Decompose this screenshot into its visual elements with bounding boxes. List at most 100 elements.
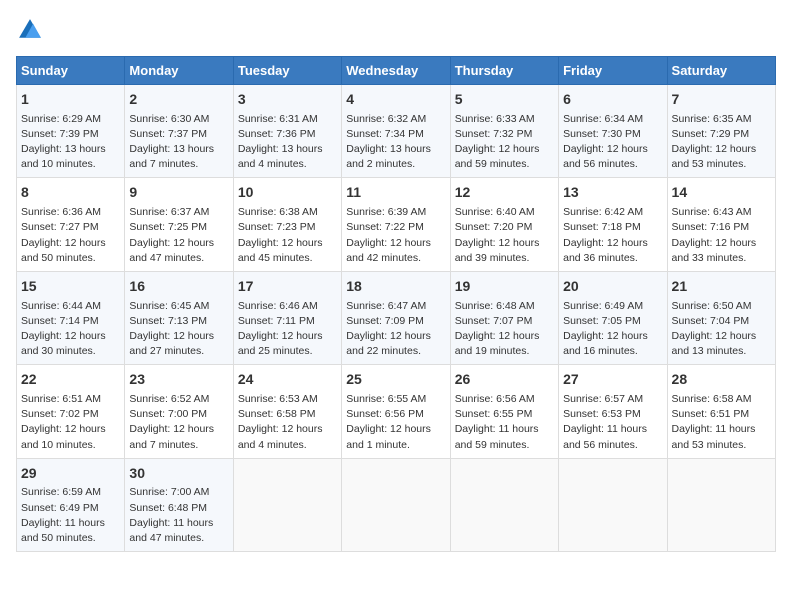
day-number: 12 bbox=[455, 183, 554, 203]
day-number: 1 bbox=[21, 90, 120, 110]
header-row: SundayMondayTuesdayWednesdayThursdayFrid… bbox=[17, 57, 776, 85]
calendar-body: 1 Sunrise: 6:29 AM Sunset: 7:39 PM Dayli… bbox=[17, 85, 776, 552]
calendar-cell: 7 Sunrise: 6:35 AM Sunset: 7:29 PM Dayli… bbox=[667, 85, 775, 178]
calendar-cell: 8 Sunrise: 6:36 AM Sunset: 7:27 PM Dayli… bbox=[17, 178, 125, 271]
day-number: 8 bbox=[21, 183, 120, 203]
day-number: 29 bbox=[21, 464, 120, 484]
calendar-cell: 29 Sunrise: 6:59 AM Sunset: 6:49 PM Dayl… bbox=[17, 458, 125, 551]
day-content: Sunrise: 6:42 AM Sunset: 7:18 PM Dayligh… bbox=[563, 205, 662, 266]
calendar-cell bbox=[559, 458, 667, 551]
calendar-week-row: 29 Sunrise: 6:59 AM Sunset: 6:49 PM Dayl… bbox=[17, 458, 776, 551]
day-content: Sunrise: 6:51 AM Sunset: 7:02 PM Dayligh… bbox=[21, 392, 120, 453]
calendar-cell: 23 Sunrise: 6:52 AM Sunset: 7:00 PM Dayl… bbox=[125, 365, 233, 458]
day-number: 28 bbox=[672, 370, 771, 390]
calendar-cell: 9 Sunrise: 6:37 AM Sunset: 7:25 PM Dayli… bbox=[125, 178, 233, 271]
day-number: 27 bbox=[563, 370, 662, 390]
day-content: Sunrise: 6:57 AM Sunset: 6:53 PM Dayligh… bbox=[563, 392, 662, 453]
calendar-cell: 27 Sunrise: 6:57 AM Sunset: 6:53 PM Dayl… bbox=[559, 365, 667, 458]
day-content: Sunrise: 6:44 AM Sunset: 7:14 PM Dayligh… bbox=[21, 299, 120, 360]
calendar-week-row: 8 Sunrise: 6:36 AM Sunset: 7:27 PM Dayli… bbox=[17, 178, 776, 271]
calendar-cell bbox=[342, 458, 450, 551]
day-content: Sunrise: 6:56 AM Sunset: 6:55 PM Dayligh… bbox=[455, 392, 554, 453]
day-content: Sunrise: 6:47 AM Sunset: 7:09 PM Dayligh… bbox=[346, 299, 445, 360]
day-content: Sunrise: 6:46 AM Sunset: 7:11 PM Dayligh… bbox=[238, 299, 337, 360]
logo bbox=[16, 16, 48, 44]
header-cell-tuesday: Tuesday bbox=[233, 57, 341, 85]
day-content: Sunrise: 6:31 AM Sunset: 7:36 PM Dayligh… bbox=[238, 112, 337, 173]
day-content: Sunrise: 6:29 AM Sunset: 7:39 PM Dayligh… bbox=[21, 112, 120, 173]
calendar-cell: 17 Sunrise: 6:46 AM Sunset: 7:11 PM Dayl… bbox=[233, 271, 341, 364]
day-number: 7 bbox=[672, 90, 771, 110]
day-content: Sunrise: 6:30 AM Sunset: 7:37 PM Dayligh… bbox=[129, 112, 228, 173]
calendar-cell: 20 Sunrise: 6:49 AM Sunset: 7:05 PM Dayl… bbox=[559, 271, 667, 364]
day-content: Sunrise: 6:48 AM Sunset: 7:07 PM Dayligh… bbox=[455, 299, 554, 360]
day-content: Sunrise: 6:52 AM Sunset: 7:00 PM Dayligh… bbox=[129, 392, 228, 453]
calendar-cell: 24 Sunrise: 6:53 AM Sunset: 6:58 PM Dayl… bbox=[233, 365, 341, 458]
day-number: 22 bbox=[21, 370, 120, 390]
day-number: 16 bbox=[129, 277, 228, 297]
day-content: Sunrise: 6:37 AM Sunset: 7:25 PM Dayligh… bbox=[129, 205, 228, 266]
header-cell-thursday: Thursday bbox=[450, 57, 558, 85]
calendar-cell: 19 Sunrise: 6:48 AM Sunset: 7:07 PM Dayl… bbox=[450, 271, 558, 364]
calendar-week-row: 15 Sunrise: 6:44 AM Sunset: 7:14 PM Dayl… bbox=[17, 271, 776, 364]
calendar-cell: 11 Sunrise: 6:39 AM Sunset: 7:22 PM Dayl… bbox=[342, 178, 450, 271]
day-content: Sunrise: 6:50 AM Sunset: 7:04 PM Dayligh… bbox=[672, 299, 771, 360]
day-number: 2 bbox=[129, 90, 228, 110]
day-content: Sunrise: 6:32 AM Sunset: 7:34 PM Dayligh… bbox=[346, 112, 445, 173]
day-number: 11 bbox=[346, 183, 445, 203]
header-cell-friday: Friday bbox=[559, 57, 667, 85]
day-content: Sunrise: 6:39 AM Sunset: 7:22 PM Dayligh… bbox=[346, 205, 445, 266]
calendar-cell: 6 Sunrise: 6:34 AM Sunset: 7:30 PM Dayli… bbox=[559, 85, 667, 178]
day-number: 30 bbox=[129, 464, 228, 484]
day-number: 10 bbox=[238, 183, 337, 203]
day-number: 15 bbox=[21, 277, 120, 297]
logo-icon bbox=[16, 16, 44, 44]
day-number: 26 bbox=[455, 370, 554, 390]
calendar-cell bbox=[233, 458, 341, 551]
day-number: 6 bbox=[563, 90, 662, 110]
day-content: Sunrise: 6:58 AM Sunset: 6:51 PM Dayligh… bbox=[672, 392, 771, 453]
day-content: Sunrise: 6:40 AM Sunset: 7:20 PM Dayligh… bbox=[455, 205, 554, 266]
day-content: Sunrise: 6:59 AM Sunset: 6:49 PM Dayligh… bbox=[21, 485, 120, 546]
calendar-cell: 15 Sunrise: 6:44 AM Sunset: 7:14 PM Dayl… bbox=[17, 271, 125, 364]
calendar-cell: 21 Sunrise: 6:50 AM Sunset: 7:04 PM Dayl… bbox=[667, 271, 775, 364]
calendar-cell: 4 Sunrise: 6:32 AM Sunset: 7:34 PM Dayli… bbox=[342, 85, 450, 178]
calendar-week-row: 22 Sunrise: 6:51 AM Sunset: 7:02 PM Dayl… bbox=[17, 365, 776, 458]
header-cell-saturday: Saturday bbox=[667, 57, 775, 85]
day-content: Sunrise: 6:49 AM Sunset: 7:05 PM Dayligh… bbox=[563, 299, 662, 360]
calendar-cell: 2 Sunrise: 6:30 AM Sunset: 7:37 PM Dayli… bbox=[125, 85, 233, 178]
calendar-cell: 16 Sunrise: 6:45 AM Sunset: 7:13 PM Dayl… bbox=[125, 271, 233, 364]
day-number: 14 bbox=[672, 183, 771, 203]
day-content: Sunrise: 6:34 AM Sunset: 7:30 PM Dayligh… bbox=[563, 112, 662, 173]
day-content: Sunrise: 6:35 AM Sunset: 7:29 PM Dayligh… bbox=[672, 112, 771, 173]
day-content: Sunrise: 6:38 AM Sunset: 7:23 PM Dayligh… bbox=[238, 205, 337, 266]
calendar-cell: 30 Sunrise: 7:00 AM Sunset: 6:48 PM Dayl… bbox=[125, 458, 233, 551]
calendar-cell: 14 Sunrise: 6:43 AM Sunset: 7:16 PM Dayl… bbox=[667, 178, 775, 271]
day-number: 13 bbox=[563, 183, 662, 203]
day-number: 21 bbox=[672, 277, 771, 297]
day-content: Sunrise: 6:43 AM Sunset: 7:16 PM Dayligh… bbox=[672, 205, 771, 266]
calendar-cell: 22 Sunrise: 6:51 AM Sunset: 7:02 PM Dayl… bbox=[17, 365, 125, 458]
calendar-cell: 18 Sunrise: 6:47 AM Sunset: 7:09 PM Dayl… bbox=[342, 271, 450, 364]
day-number: 24 bbox=[238, 370, 337, 390]
calendar-cell: 25 Sunrise: 6:55 AM Sunset: 6:56 PM Dayl… bbox=[342, 365, 450, 458]
day-number: 5 bbox=[455, 90, 554, 110]
day-number: 18 bbox=[346, 277, 445, 297]
day-number: 19 bbox=[455, 277, 554, 297]
day-content: Sunrise: 6:53 AM Sunset: 6:58 PM Dayligh… bbox=[238, 392, 337, 453]
day-content: Sunrise: 6:33 AM Sunset: 7:32 PM Dayligh… bbox=[455, 112, 554, 173]
day-number: 17 bbox=[238, 277, 337, 297]
calendar-cell: 28 Sunrise: 6:58 AM Sunset: 6:51 PM Dayl… bbox=[667, 365, 775, 458]
day-number: 9 bbox=[129, 183, 228, 203]
calendar-cell: 3 Sunrise: 6:31 AM Sunset: 7:36 PM Dayli… bbox=[233, 85, 341, 178]
day-number: 3 bbox=[238, 90, 337, 110]
day-content: Sunrise: 6:55 AM Sunset: 6:56 PM Dayligh… bbox=[346, 392, 445, 453]
header-cell-wednesday: Wednesday bbox=[342, 57, 450, 85]
day-number: 4 bbox=[346, 90, 445, 110]
calendar-cell: 26 Sunrise: 6:56 AM Sunset: 6:55 PM Dayl… bbox=[450, 365, 558, 458]
calendar-table: SundayMondayTuesdayWednesdayThursdayFrid… bbox=[16, 56, 776, 552]
header-cell-monday: Monday bbox=[125, 57, 233, 85]
page-header bbox=[16, 16, 776, 44]
calendar-cell: 5 Sunrise: 6:33 AM Sunset: 7:32 PM Dayli… bbox=[450, 85, 558, 178]
calendar-cell: 10 Sunrise: 6:38 AM Sunset: 7:23 PM Dayl… bbox=[233, 178, 341, 271]
